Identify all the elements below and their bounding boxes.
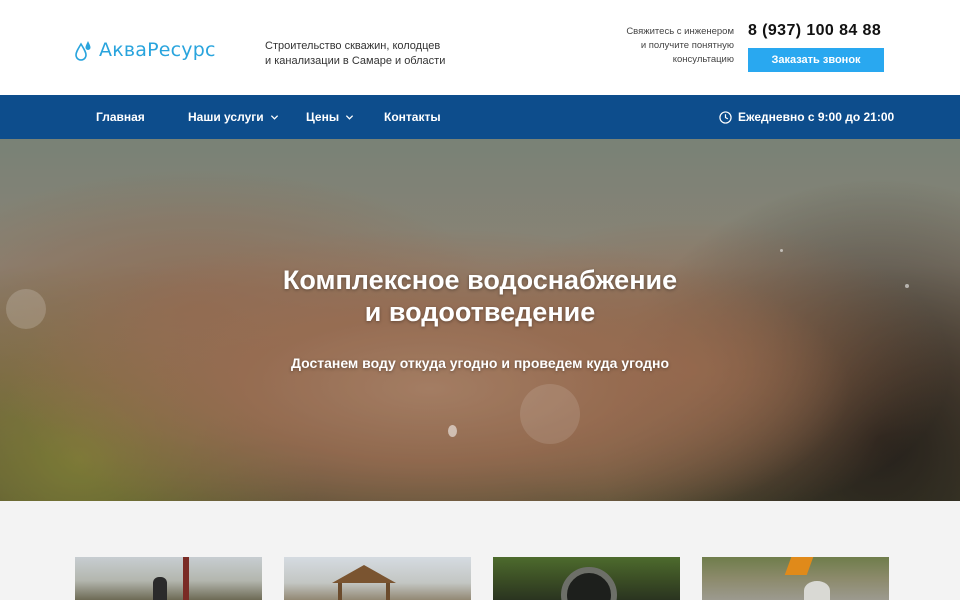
- worker-figure: [153, 577, 167, 600]
- service-card-image[interactable]: [75, 557, 262, 600]
- logo-text: АкваРесурс: [99, 39, 216, 61]
- water-drop: [780, 249, 783, 252]
- services-section: [0, 501, 960, 600]
- service-card-image[interactable]: [702, 557, 889, 600]
- chevron-down-icon: [345, 114, 354, 120]
- nav-item-home[interactable]: Главная: [96, 95, 145, 139]
- gazebo-posts: [338, 583, 390, 600]
- working-hours-text: Ежедневно с 9:00 до 21:00: [738, 110, 895, 124]
- water-drops-icon: [75, 41, 91, 61]
- phone-number[interactable]: 8 (937) 100 84 88: [748, 22, 881, 40]
- contact-note-line: Свяжитесь с инженером: [626, 26, 734, 37]
- hero-title-line: Комплексное водоснабжение: [282, 265, 678, 295]
- working-hours: Ежедневно с 9:00 до 21:00: [719, 95, 894, 139]
- nav-item-label: Контакты: [384, 110, 441, 124]
- chevron-down-icon: [270, 114, 278, 120]
- main-nav: Главная Наши услуги Цены Контакты Ежедне…: [0, 95, 960, 139]
- tagline-line: и канализации в Самаре и области: [265, 55, 446, 67]
- tagline-line: Строительство скважин, колодцев: [265, 40, 441, 52]
- hero-subtitle: Достанем воду откуда угодно и проведем к…: [290, 355, 670, 371]
- light-bokeh: [520, 384, 580, 444]
- hero-title-line: и водоотведение: [364, 297, 596, 327]
- logo[interactable]: АкваРесурс: [75, 38, 216, 62]
- callback-button[interactable]: Заказать звонок: [748, 48, 884, 72]
- contact-note-line: консультацию: [672, 54, 734, 65]
- nav-item-label: Наши услуги: [188, 110, 264, 124]
- excavator: [784, 557, 814, 575]
- water-drop: [448, 425, 457, 437]
- tagline: Строительство скважин, колодцев и канали…: [265, 39, 465, 69]
- nav-item-label: Главная: [96, 110, 145, 124]
- clock-icon: [719, 110, 732, 124]
- hero-banner: Комплексное водоснабжение и водоотведени…: [0, 139, 960, 501]
- service-card-image[interactable]: [284, 557, 471, 600]
- gazebo-roof: [332, 565, 396, 583]
- contact-note: Свяжитесь с инженером и получите понятну…: [590, 25, 734, 67]
- nav-item-contacts[interactable]: Контакты: [384, 95, 441, 139]
- contact-note-line: и получите понятную: [640, 40, 734, 51]
- drill-rig: [183, 557, 189, 600]
- nav-item-services[interactable]: Наши услуги: [188, 95, 279, 139]
- concrete-ring: [804, 581, 830, 600]
- service-card-image[interactable]: [493, 557, 680, 600]
- site-header: АкваРесурс Строительство скважин, колодц…: [0, 0, 960, 95]
- nav-item-label: Цены: [306, 110, 340, 124]
- well-opening: [561, 567, 617, 600]
- hero-title: Комплексное водоснабжение и водоотведени…: [0, 264, 960, 328]
- nav-item-prices[interactable]: Цены: [306, 95, 354, 139]
